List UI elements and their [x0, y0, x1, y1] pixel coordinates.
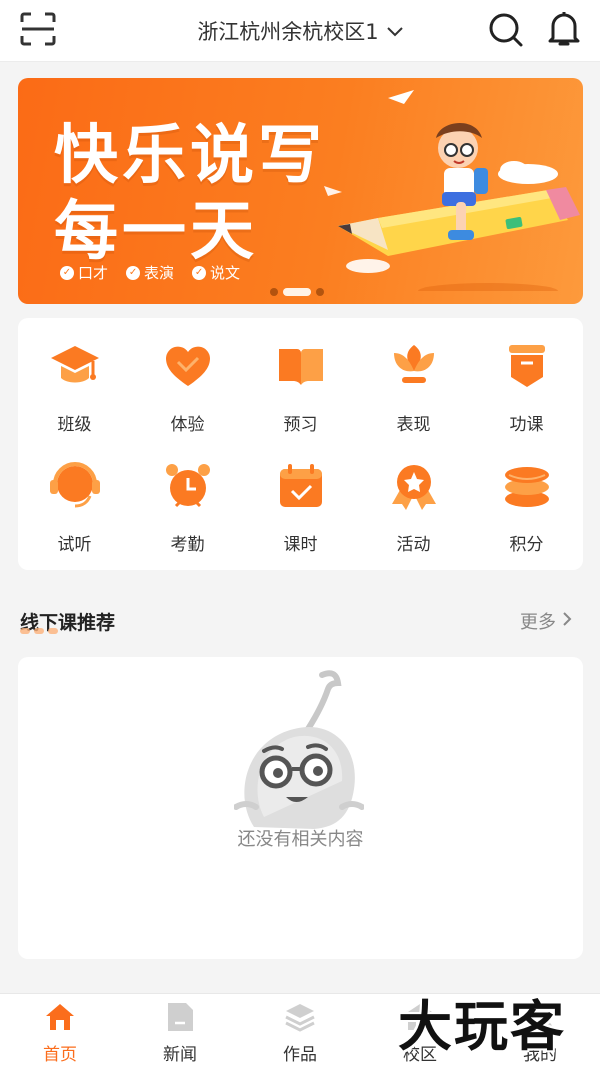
heart-icon [160, 338, 216, 394]
empty-mascot-illustration [233, 667, 365, 836]
notification-button[interactable] [544, 10, 584, 52]
feature-grid: 班级 体验 预习 表现 功课 试听 考勤 课时 活动 积分 [18, 332, 583, 556]
grid-item-label: 班级 [57, 415, 92, 435]
coin-stack-icon [499, 458, 555, 514]
scan-icon [20, 12, 56, 50]
tab-home[interactable]: 首页 [0, 994, 120, 1067]
search-icon [488, 12, 524, 52]
homework-icon [499, 338, 555, 394]
banner-tag: ✓ 说文 [192, 262, 240, 283]
grid-item-label: 功课 [509, 415, 544, 435]
feature-grid-card: 班级 体验 预习 表现 功课 试听 考勤 课时 活动 积分 [18, 318, 583, 570]
tab-label: 新闻 [163, 1045, 197, 1065]
grid-item-homework[interactable]: 功课 [470, 332, 583, 436]
pagination-dot[interactable] [270, 288, 278, 296]
check-icon: ✓ [192, 265, 207, 280]
promo-banner[interactable]: 快乐说写 每一天 ✓ 口才 ✓ 表演 ✓ 说文 [18, 78, 583, 304]
grid-item-class[interactable]: 班级 [18, 332, 131, 436]
grid-item-label: 积分 [509, 535, 544, 555]
book-icon [273, 338, 329, 394]
grid-item-performance[interactable]: 表现 [357, 332, 470, 436]
banner-tag: ✓ 口才 [60, 262, 108, 283]
tab-works[interactable]: 作品 [240, 994, 360, 1067]
pagination-dot[interactable] [316, 288, 324, 296]
empty-state-text: 还没有相关内容 [237, 829, 364, 850]
top-header: 浙江杭州余杭校区1 [0, 0, 600, 62]
grid-item-label: 课时 [283, 535, 318, 555]
chevron-right-icon [562, 611, 572, 632]
grid-item-trial[interactable]: 体验 [131, 332, 244, 436]
tab-news[interactable]: 新闻 [120, 994, 240, 1067]
graduation-cap-icon [47, 338, 103, 394]
tab-label: 作品 [283, 1045, 317, 1065]
banner-headline-2: 每一天 [54, 195, 258, 269]
news-icon [163, 1000, 197, 1034]
watermark-logo: 大玩客 [398, 995, 566, 1058]
campus-selector[interactable]: 浙江杭州余杭校区1 [170, 14, 430, 48]
medal-icon [386, 458, 442, 514]
banner-tag: ✓ 表演 [126, 262, 174, 283]
banner-tags: ✓ 口才 ✓ 表演 ✓ 说文 [60, 262, 240, 283]
grid-item-label: 试听 [57, 535, 92, 555]
grid-item-audition[interactable]: 试听 [18, 452, 131, 556]
headset-icon [47, 458, 103, 514]
lotus-icon [386, 338, 442, 394]
bell-icon [548, 11, 580, 51]
search-button[interactable] [486, 12, 526, 52]
empty-state-card: 还没有相关内容 [18, 657, 583, 959]
boy-on-pencil-illustration [318, 86, 580, 299]
grid-item-label: 表现 [396, 415, 431, 435]
more-link[interactable]: 更多 [520, 608, 572, 634]
grid-item-label: 考勤 [170, 535, 205, 555]
grid-item-points[interactable]: 积分 [470, 452, 583, 556]
check-icon: ✓ [126, 265, 141, 280]
pagination-dot-active[interactable] [283, 288, 311, 296]
more-label: 更多 [520, 612, 556, 633]
grid-item-label: 体验 [170, 415, 205, 435]
alarm-clock-icon [160, 458, 216, 514]
grid-item-activity[interactable]: 活动 [357, 452, 470, 556]
grid-item-preview[interactable]: 预习 [244, 332, 357, 436]
section-title-decoration [20, 628, 58, 634]
layers-icon [283, 1000, 317, 1034]
check-icon: ✓ [60, 265, 74, 280]
grid-item-label: 活动 [396, 535, 431, 555]
chevron-down-icon [386, 22, 403, 41]
campus-name: 浙江杭州余杭校区1 [197, 20, 379, 44]
grid-item-label: 预习 [283, 415, 318, 435]
tab-label: 首页 [43, 1045, 77, 1065]
calendar-check-icon [273, 458, 329, 514]
grid-item-attendance[interactable]: 考勤 [131, 452, 244, 556]
scan-button[interactable] [18, 12, 58, 50]
grid-item-lesson-hours[interactable]: 课时 [244, 452, 357, 556]
home-icon [43, 1000, 77, 1034]
banner-pagination [270, 288, 324, 296]
